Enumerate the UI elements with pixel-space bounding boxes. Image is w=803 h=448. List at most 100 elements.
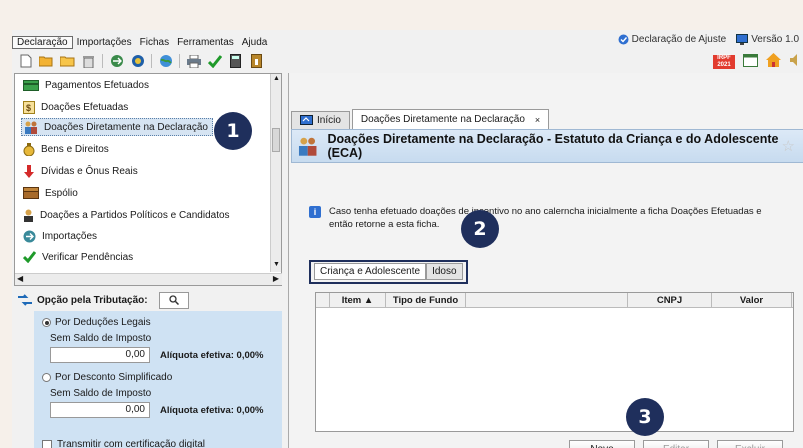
tree-item-espolio[interactable]: Espólio [23,184,78,202]
info-text: Caso tenha efetuado doações de incentivo… [329,206,762,230]
simplificado-value-field: 0,00 [50,402,150,418]
transmit-icon[interactable] [109,54,124,69]
subtab-idoso[interactable]: Idoso [426,263,463,280]
column-header-blank [466,293,628,307]
irpf-2021-icon[interactable]: IRPF 2021 [713,54,735,69]
star-icon[interactable]: ☆ [782,137,795,155]
certificacao-checkbox[interactable]: Transmitir com certificação digital [42,439,205,448]
tree-item-label: Doações a Partidos Políticos e Candidato… [40,209,230,221]
novo-button[interactable]: Novo [569,440,635,448]
scroll-thumb[interactable] [272,128,280,152]
tab-doacoes-diretamente[interactable]: Doações Diretamente na Declaração × [351,109,550,129]
tree-item-dividas[interactable]: Dívidas e Ônus Reais [23,162,138,180]
checkbox[interactable] [42,439,52,448]
menu-ajuda[interactable]: Ajuda [238,37,272,48]
scroll-down-arrow[interactable]: ▼ [272,261,281,271]
calculator-icon[interactable] [228,54,243,69]
tree-item-partidos[interactable]: Doações a Partidos Políticos e Candidato… [23,206,230,224]
column-header-item[interactable]: Item ▲ [330,293,386,307]
family-icon [298,137,317,156]
content-panel: Início Doações Diretamente na Declaração… [288,73,803,448]
tree-item-pagamentos[interactable]: Pagamentos Efetuados [23,76,149,94]
tree-item-label: Doações Diretamente na Declaração [44,121,208,133]
deducoes-aliquota: Alíquota efetiva: 0,00% [160,350,264,361]
sound-icon[interactable] [789,53,799,70]
menu-ferramentas[interactable]: Ferramentas [173,37,238,48]
tab-label: Início [317,115,341,126]
svg-text:$: $ [26,103,31,113]
menu-bar: Declaração Importações Fichas Ferramenta… [12,34,803,50]
excluir-button[interactable]: Excluir [717,440,783,448]
scroll-up-arrow[interactable]: ▲ [272,75,281,85]
close-icon[interactable]: × [535,115,540,125]
scroll-left-arrow[interactable]: ◀ [17,274,23,283]
tree-vertical-scrollbar[interactable]: ▲ ▼ [270,74,281,272]
payments-icon [23,79,39,91]
declaracao-ajuste-link[interactable]: Declaração de Ajuste [618,34,727,45]
desconto-simplificado-radio[interactable]: Por Desconto Simplificado [42,372,172,383]
table-header: Item ▲ Tipo de Fundo CNPJ Valor [316,293,793,308]
page-title-bar: Doações Diretamente na Declaração - Esta… [291,129,803,163]
declaracao-ajuste-label: Declaração de Ajuste [631,34,727,45]
debt-arrow-icon [24,164,34,178]
donation-icon: $ [23,100,35,114]
tributacao-search-button[interactable] [158,291,189,309]
versao-link[interactable]: Versão 1.0 [736,34,799,45]
tree-item-doacoes-diretamente[interactable]: Doações Diretamente na Declaração [21,118,213,136]
menu-declaracao[interactable]: Declaração [12,35,73,49]
globe-world-icon[interactable] [158,54,173,69]
step-badge-3: 3 [626,398,664,436]
doacoes-table: Item ▲ Tipo de Fundo CNPJ Valor [315,292,794,432]
info-book-icon[interactable] [249,54,264,69]
open-folder-icon[interactable] [39,54,54,69]
deducoes-saldo-label: Sem Saldo de Imposto [50,333,152,344]
tributacao-header: Opção pela Tributação: [14,289,282,311]
scroll-right-arrow[interactable]: ▶ [273,274,279,283]
radio-button[interactable] [42,318,51,327]
print-icon[interactable] [186,54,201,69]
document-tabs: Início Doações Diretamente na Declaração… [291,109,551,129]
info-icon: i [309,206,321,218]
column-header-tipo-fundo[interactable]: Tipo de Fundo [386,293,466,307]
home-icon[interactable] [766,53,781,70]
tree-item-bens-direitos[interactable]: Bens e Direitos [23,140,109,158]
toolbar-separator [151,54,152,68]
money-bag-icon [23,142,35,156]
menu-importacoes[interactable]: Importações [73,37,136,48]
irpf-label: IRPF [717,54,731,61]
receita-icon[interactable] [130,54,145,69]
menu-right: Declaração de Ajuste Versão 1.0 [618,34,799,45]
simplificado-aliquota: Alíquota efetiva: 0,00% [160,405,264,416]
home-screen-icon [300,115,313,125]
menu-fichas[interactable]: Fichas [136,37,173,48]
editar-button[interactable]: Editar [643,440,709,448]
tab-inicio[interactable]: Início [291,111,350,129]
trash-icon[interactable] [81,54,96,69]
certificacao-label: Transmitir com certificação digital [57,439,206,448]
column-header-cnpj[interactable]: CNPJ [628,293,712,307]
tributacao-label: Opção pela Tributação: [37,294,148,306]
new-file-icon[interactable] [18,54,33,69]
navigation-tree: Pagamentos Efetuados $ Doações Efetuadas… [14,73,282,286]
info-message: i Caso tenha efetuado doações de incenti… [309,205,779,231]
toolbar-separator [179,54,180,68]
chest-icon [23,187,39,199]
tree-item-doacoes-efetuadas[interactable]: $ Doações Efetuadas [23,98,128,116]
toolbar-separator [102,54,103,68]
checkmark-icon [23,251,36,263]
column-header-valor[interactable]: Valor [712,293,792,307]
tree-item-importacoes[interactable]: Importações [23,227,97,245]
party-icon [24,209,33,222]
tree-item-verificar[interactable]: Verificar Pendências [23,248,133,266]
tab-label: Doações Diretamente na Declaração [360,114,525,125]
subtab-crianca-adolescente[interactable]: Criança e Adolescente [314,263,427,280]
folder-icon[interactable] [60,54,75,69]
tree-horizontal-scrollbar[interactable]: ◀ ▶ [15,273,282,285]
deducoes-value-field: 0,00 [50,347,150,363]
check-icon[interactable] [207,54,222,69]
radio-button[interactable] [42,373,51,382]
calendar-icon[interactable] [743,53,758,70]
deducoes-legais-radio[interactable]: Por Deduções Legais [42,317,151,328]
versao-label: Versão 1.0 [751,34,799,45]
deducoes-legais-label: Por Deduções Legais [55,317,151,328]
